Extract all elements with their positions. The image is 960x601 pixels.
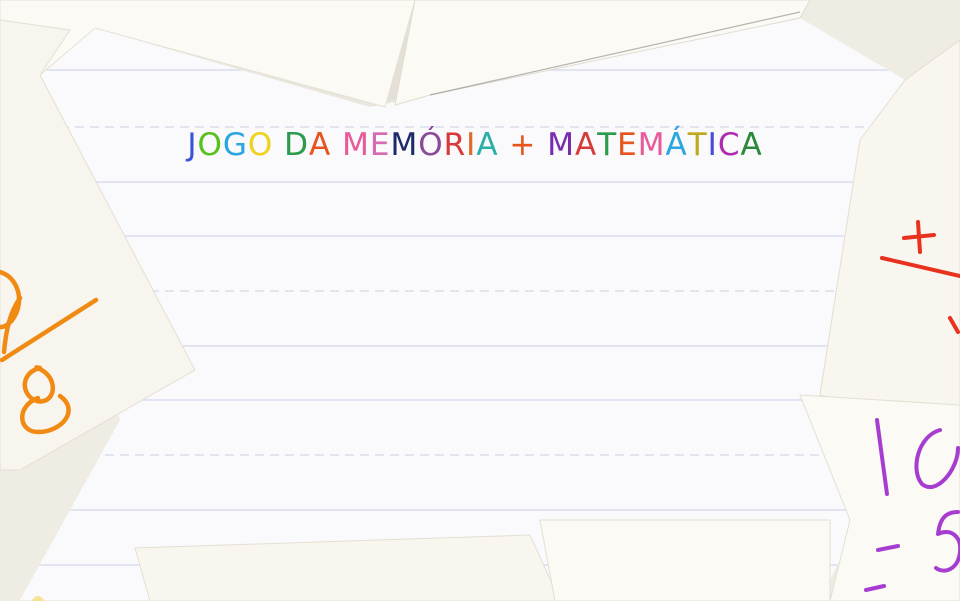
title-letter: D <box>284 127 310 163</box>
title-letter: A <box>740 127 763 163</box>
title-letter: C <box>717 127 741 163</box>
title-letter: + <box>509 127 537 163</box>
title-letter: T <box>597 127 618 163</box>
title-letter: E <box>617 127 638 163</box>
title-letter: E <box>369 127 391 163</box>
title-letter: M <box>637 127 666 163</box>
title-space <box>331 130 342 161</box>
title-letter: M <box>390 127 419 163</box>
title-letter: A <box>476 127 499 163</box>
title-letter: M <box>342 127 370 163</box>
title-letter: Á <box>665 127 688 163</box>
title-letter: O <box>197 127 223 163</box>
title-letter: J <box>187 127 198 163</box>
title-letter: G <box>222 127 248 163</box>
title-space <box>536 130 547 161</box>
title-space <box>273 130 284 161</box>
title-space <box>499 130 510 161</box>
notebook-background <box>0 0 960 601</box>
title-letter: I <box>707 127 718 163</box>
title-letter: O <box>247 127 274 163</box>
title-letter: T <box>687 127 708 163</box>
game-title: JOGO DA MEMÓRIA + MATEMÁTICA <box>0 130 950 161</box>
title-letter: M <box>547 127 575 163</box>
title-letter: A <box>575 127 598 163</box>
title-letter: Ó <box>418 127 444 163</box>
title-letter: R <box>443 127 467 163</box>
title-letter: A <box>309 127 332 163</box>
title-letter: I <box>466 127 477 163</box>
